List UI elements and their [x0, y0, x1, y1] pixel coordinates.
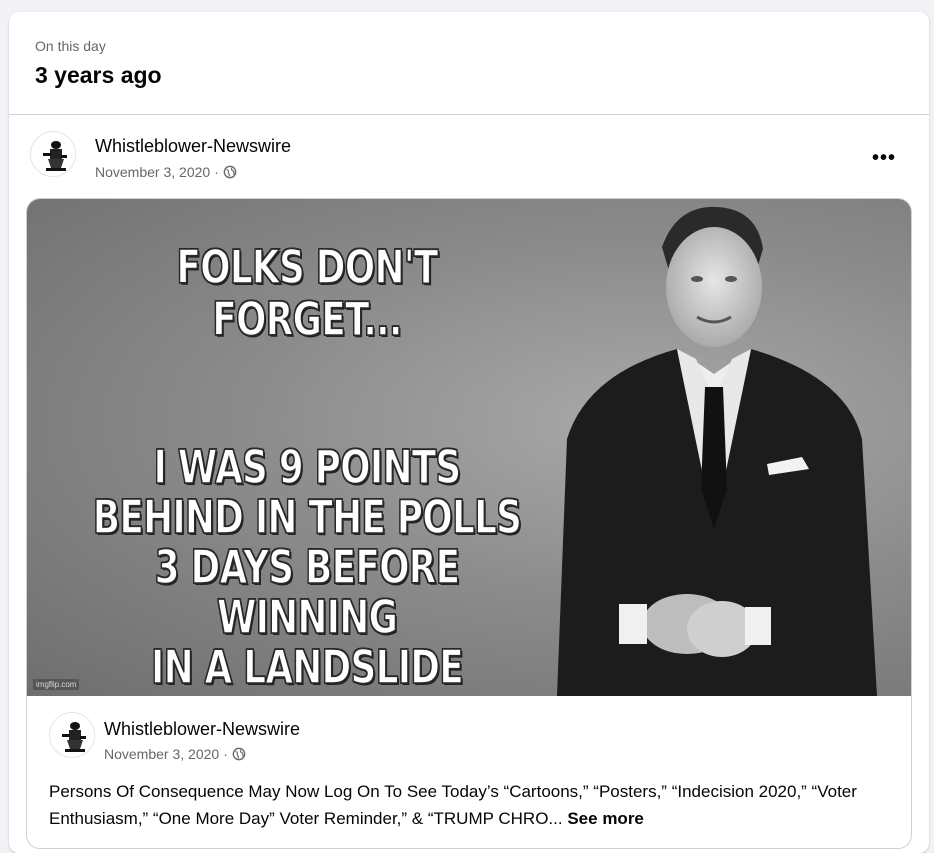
meme-line: BEHIND IN THE POLLS — [92, 490, 522, 544]
more-options-icon[interactable]: ••• — [869, 145, 899, 171]
memory-card: On this day 3 years ago Whistleblower-Ne… — [9, 12, 929, 853]
meme-line: IN A LANDSLIDE — [150, 640, 464, 694]
newswire-logo-icon — [51, 714, 94, 757]
shared-meta: November 3, 2020 · — [104, 746, 246, 762]
newswire-logo-icon — [32, 133, 75, 176]
globe-icon — [223, 165, 237, 179]
shared-post-text: Persons Of Consequence May Now Log On To… — [49, 778, 899, 832]
shared-post-footer: Whistleblower-Newswire November 3, 2020 … — [27, 696, 911, 848]
meme-image[interactable]: FOLKS DON'T FORGET... I WAS 9 POINTS BEH… — [27, 199, 911, 696]
shared-author[interactable]: Whistleblower-Newswire — [104, 718, 300, 740]
meta-separator: · — [223, 746, 228, 762]
portrait-figure — [557, 206, 877, 696]
meta-separator: · — [214, 164, 219, 180]
meme-headline: FOLKS DON'T FORGET... — [176, 240, 439, 346]
post-meta: November 3, 2020 · — [95, 163, 237, 181]
image-watermark: imgflip.com — [33, 679, 80, 690]
post-body-text: Persons Of Consequence May Now Log On To… — [49, 782, 857, 828]
see-more-link[interactable]: See more — [567, 809, 644, 828]
globe-icon — [232, 747, 246, 761]
memory-kicker: On this day — [35, 38, 106, 54]
post-header: Whistleblower-Newswire November 3, 2020 … — [9, 115, 929, 199]
meme-body: I WAS 9 POINTS BEHIND IN THE POLLS 3 DAY… — [89, 440, 526, 694]
author-avatar[interactable] — [30, 131, 76, 177]
shared-author-avatar[interactable] — [49, 712, 95, 758]
memory-title: 3 years ago — [35, 62, 162, 88]
meme-line: 3 DAYS BEFORE WINNING — [154, 540, 461, 644]
post-date[interactable]: November 3, 2020 — [95, 163, 210, 181]
memory-header: On this day 3 years ago — [9, 12, 929, 114]
shared-date[interactable]: November 3, 2020 — [104, 746, 219, 762]
post-author[interactable]: Whistleblower-Newswire — [95, 135, 291, 157]
meme-line: I WAS 9 POINTS — [153, 440, 462, 494]
shared-post[interactable]: FOLKS DON'T FORGET... I WAS 9 POINTS BEH… — [26, 198, 912, 849]
